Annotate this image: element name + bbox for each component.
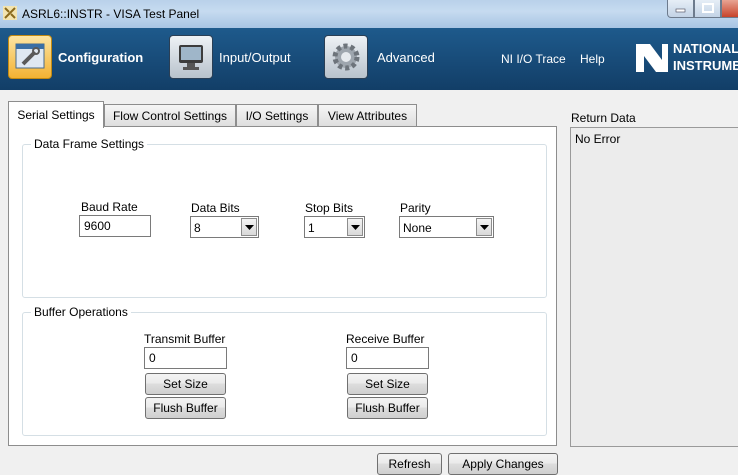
transmit-set-size-button[interactable]: Set Size [145,373,226,395]
maximize-button[interactable] [694,0,721,18]
stop-bits-select[interactable]: 1 [304,216,365,238]
return-data-label: Return Data [571,111,636,125]
tab-io-settings[interactable]: I/O Settings [236,104,318,126]
minimize-icon [675,8,686,13]
configuration-button[interactable]: Configuration [8,35,158,81]
configuration-label: Configuration [58,50,144,65]
ni-logo-line1: NATIONAL [673,41,738,56]
data-bits-label: Data Bits [191,201,240,215]
parity-label: Parity [400,201,431,215]
stop-bits-label: Stop Bits [305,201,354,215]
help-link[interactable]: Help [580,52,605,66]
chevron-down-icon [480,225,489,230]
receive-set-size-button[interactable]: Set Size [347,373,428,395]
parity-select[interactable]: None [399,216,494,238]
ni-logo-line2: INSTRUMENTS [673,58,738,73]
data-bits-dropdown-button[interactable] [241,218,257,236]
apply-changes-button[interactable]: Apply Changes [448,453,558,475]
transmit-flush-buffer-button[interactable]: Flush Buffer [145,397,226,419]
stop-bits-value: 1 [308,221,315,235]
parity-dropdown-button[interactable] [476,218,492,236]
input-output-icon [169,35,213,79]
configuration-icon [8,35,52,79]
data-frame-title: Data Frame Settings [31,137,148,151]
main-toolbar: Configuration Input/Output Advanced NI I… [0,28,738,90]
transmit-buffer-input[interactable]: 0 [144,347,227,369]
input-output-label: Input/Output [219,50,291,65]
maximize-icon [702,3,714,13]
data-bits-select[interactable]: 8 [190,216,259,238]
chevron-down-icon [351,225,360,230]
buffer-operations-title: Buffer Operations [31,305,131,319]
close-button[interactable] [721,0,738,18]
advanced-button[interactable]: Advanced [324,35,444,81]
parity-value: None [403,221,432,235]
app-icon [3,6,17,20]
baud-rate-label: Baud Rate [81,200,138,214]
transmit-buffer-label: Transmit Buffer [144,332,226,346]
window-title: ASRL6::INSTR - VISA Test Panel [22,7,200,21]
tab-serial-settings[interactable]: Serial Settings [8,101,104,128]
title-bar: ASRL6::INSTR - VISA Test Panel [0,0,738,28]
return-data-text: No Error [575,132,621,146]
receive-buffer-input[interactable]: 0 [346,347,429,369]
baud-rate-input[interactable]: 9600 [79,215,151,237]
buffer-operations-group [22,312,547,436]
tab-flow-control-settings[interactable]: Flow Control Settings [104,104,236,126]
serial-settings-panel: Data Frame Settings Baud Rate 9600 Data … [8,126,557,446]
advanced-label: Advanced [377,50,435,65]
tab-view-attributes[interactable]: View Attributes [318,104,417,126]
data-bits-value: 8 [194,221,201,235]
advanced-gear-icon [324,35,368,79]
minimize-button[interactable] [667,0,694,18]
refresh-button[interactable]: Refresh [377,453,442,475]
chevron-down-icon [245,225,254,230]
input-output-button[interactable]: Input/Output [169,35,309,81]
ni-io-trace-link[interactable]: NI I/O Trace [501,52,566,66]
return-data-box: No Error [570,127,738,447]
stop-bits-dropdown-button[interactable] [347,218,363,236]
receive-buffer-label: Receive Buffer [346,332,425,346]
receive-flush-buffer-button[interactable]: Flush Buffer [347,397,428,419]
